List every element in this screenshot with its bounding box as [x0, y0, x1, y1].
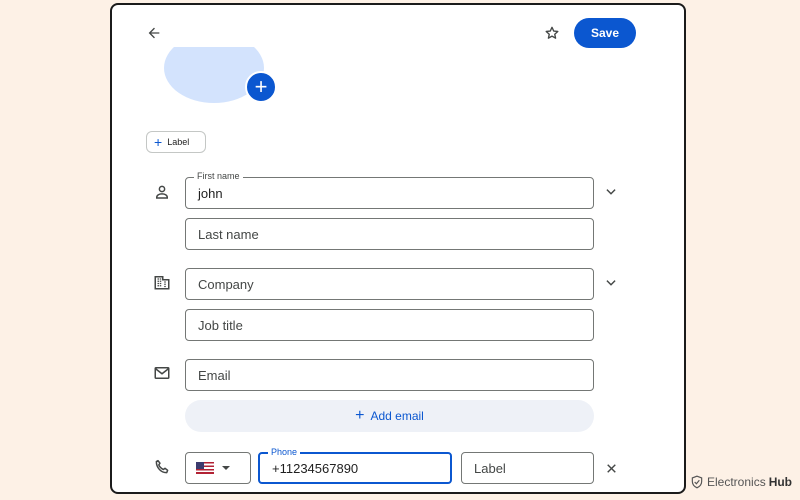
star-icon[interactable] [540, 21, 564, 45]
back-arrow-icon[interactable] [142, 21, 166, 45]
plus-icon: + [154, 134, 163, 150]
first-name-label: First name [194, 171, 243, 181]
label-chip-text: Label [167, 137, 190, 147]
email-placeholder: Email [198, 367, 231, 383]
company-placeholder: Company [198, 276, 254, 292]
phone-label-placeholder: Label [474, 460, 506, 476]
plus-icon: + [254, 74, 268, 99]
country-selector[interactable] [185, 452, 251, 484]
phone-icon [152, 457, 172, 477]
caret-down-icon [222, 466, 230, 470]
building-icon [152, 272, 172, 292]
first-name-value: john [198, 185, 223, 201]
first-name-field[interactable]: First name john [185, 171, 594, 209]
add-email-button[interactable]: + Add email [185, 400, 594, 432]
save-button[interactable]: Save [574, 18, 636, 48]
us-flag-icon [196, 462, 214, 474]
chevron-down-icon[interactable] [602, 183, 620, 201]
watermark-brand: Electronics [707, 475, 766, 489]
company-field[interactable]: Company [185, 268, 594, 300]
job-title-placeholder: Job title [198, 317, 243, 333]
person-icon [152, 182, 172, 202]
job-title-field[interactable]: Job title [185, 309, 594, 341]
mail-icon [152, 363, 172, 383]
phone-label-field[interactable]: Label [461, 452, 594, 484]
add-email-label: Add email [370, 409, 424, 423]
chevron-down-icon[interactable] [602, 274, 620, 292]
add-label-chip[interactable]: + Label [146, 131, 206, 153]
plus-icon: + [355, 407, 365, 424]
watermark-hub: Hub [768, 475, 793, 489]
phone-label: Phone [268, 447, 301, 457]
add-photo-button[interactable]: + [245, 71, 277, 103]
last-name-placeholder: Last name [198, 226, 259, 242]
close-icon[interactable] [601, 458, 621, 478]
email-field[interactable]: Email [185, 359, 594, 391]
last-name-field[interactable]: Last name [185, 218, 594, 250]
phone-field[interactable]: Phone +11234567890 [258, 447, 452, 484]
watermark: Electronics Hub [690, 472, 792, 492]
shield-icon [691, 475, 703, 489]
contact-editor-window: Save + + Label First name john Last name… [110, 3, 686, 494]
phone-value: +11234567890 [272, 460, 359, 476]
